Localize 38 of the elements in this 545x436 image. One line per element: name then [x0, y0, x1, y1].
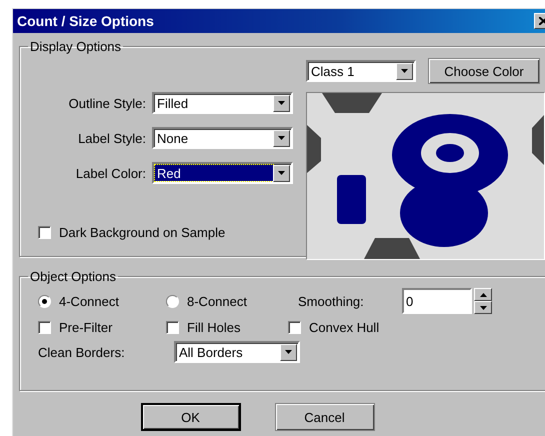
down-arrow-icon — [278, 171, 285, 175]
field-label: Label Style: — [77, 130, 146, 146]
checkbox[interactable]: Convex Hull — [288, 320, 410, 335]
smoothing-field[interactable]: 0 — [402, 288, 472, 314]
dropdown[interactable]: None — [152, 127, 293, 149]
down-arrow-icon — [278, 101, 285, 105]
checkbox[interactable]: Pre-Filter — [28, 320, 166, 335]
down-arrow-icon — [401, 69, 408, 73]
dropdown-arrow-button[interactable] — [273, 130, 290, 146]
dropdown-arrow-button[interactable] — [396, 62, 413, 80]
group-title: Display Options — [29, 39, 122, 54]
ok-button[interactable]: OK — [140, 403, 240, 431]
radio-button[interactable]: 4-Connect — [28, 294, 166, 308]
spin-up-button[interactable] — [474, 288, 492, 301]
smoothing-label: Smoothing: — [298, 294, 365, 308]
dropdown[interactable]: Red — [152, 162, 293, 184]
dropdown-arrow-button[interactable] — [273, 94, 290, 112]
dropdown-arrow-button[interactable] — [280, 344, 297, 360]
checkbox[interactable]: Fill Holes — [166, 320, 288, 335]
cancel-button[interactable]: Cancel — [274, 403, 374, 431]
down-arrow-icon — [480, 306, 486, 310]
window-title: Count / Size Options — [17, 13, 154, 29]
spin-down-button[interactable] — [474, 301, 492, 314]
up-arrow-icon — [480, 292, 486, 296]
field-label: Outline Style: — [68, 96, 146, 110]
dropdown[interactable]: Class 1 — [306, 60, 416, 82]
down-arrow-icon — [285, 350, 292, 354]
dropdown[interactable]: Filled — [152, 92, 293, 114]
close-icon — [538, 17, 545, 25]
group-title: Object Options — [29, 269, 117, 284]
field-label: Label Color: — [74, 166, 146, 180]
clean-borders-label: Clean Borders: — [38, 344, 126, 360]
down-arrow-icon — [278, 136, 285, 140]
dropdown[interactable]: All Borders — [174, 341, 300, 363]
checkbox[interactable]: Dark Background on Sample — [38, 225, 298, 240]
choose-color-button[interactable]: Choose Color — [428, 58, 540, 84]
dropdown-arrow-button[interactable] — [273, 164, 290, 182]
radio-button[interactable]: 8-Connect — [166, 294, 298, 308]
